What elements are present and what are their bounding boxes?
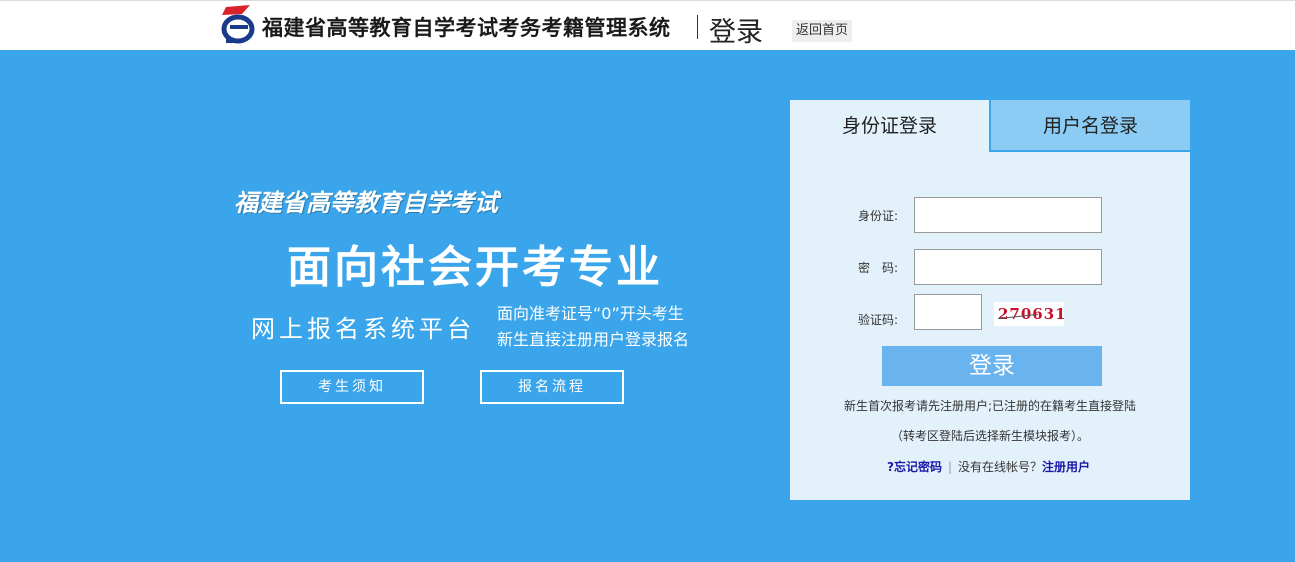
register-user-link[interactable]: 注册用户 — [1042, 460, 1090, 474]
transfer-hint: （转考区登陆后选择新生模块报考）。 — [890, 429, 1089, 443]
account-links: ?忘记密码 | 没有在线帐号？注册用户 — [887, 458, 1090, 475]
id-card-label: 身份证: — [858, 209, 899, 223]
exam-notice-button[interactable]: 考生须知 — [280, 370, 424, 404]
no-account-text: 没有在线帐号？ — [958, 460, 1043, 474]
promo-note-line2: 新生直接注册用户登录报名 — [497, 330, 690, 349]
promo-small-title: 福建省高等教育自学考试 — [234, 189, 498, 217]
captcha-image[interactable]: 270631 — [994, 302, 1066, 326]
password-input[interactable] — [914, 249, 1102, 285]
link-divider: | — [947, 460, 953, 474]
exam-logo-icon — [221, 5, 255, 44]
id-card-input[interactable] — [914, 197, 1102, 233]
captcha-label: 验证码: — [858, 313, 899, 327]
promo-big-title: 面向社会开考专业 — [287, 242, 663, 293]
tab-id-card-login[interactable]: 身份证登录 — [790, 100, 989, 152]
password-label: 密 码: — [858, 261, 899, 275]
registration-flow-button[interactable]: 报名流程 — [480, 370, 624, 404]
tab-username-login[interactable]: 用户名登录 — [989, 100, 1190, 152]
promo-note-line1: 面向准考证号“0”开头考生 — [497, 304, 684, 323]
page-heading: 登录 — [709, 17, 763, 48]
login-panel: 身份证登录 用户名登录 身份证: 密 码: 验证码: 270631 登录 新生首… — [790, 100, 1190, 500]
top-header: 福建省高等教育自学考试考务考籍管理系统 登录 返回首页 — [0, 0, 1295, 50]
captcha-input[interactable] — [914, 294, 982, 330]
forgot-password-link[interactable]: ?忘记密码 — [887, 460, 942, 474]
title-divider — [697, 15, 698, 39]
login-submit-button[interactable]: 登录 — [882, 346, 1102, 386]
promo-subtitle: 网上报名系统平台 — [251, 315, 475, 343]
register-hint: 新生首次报考请先注册用户;已注册的在籍考生直接登陆 — [843, 399, 1137, 413]
system-title: 福建省高等教育自学考试考务考籍管理系统 — [262, 16, 671, 40]
return-home-button[interactable]: 返回首页 — [792, 20, 853, 42]
